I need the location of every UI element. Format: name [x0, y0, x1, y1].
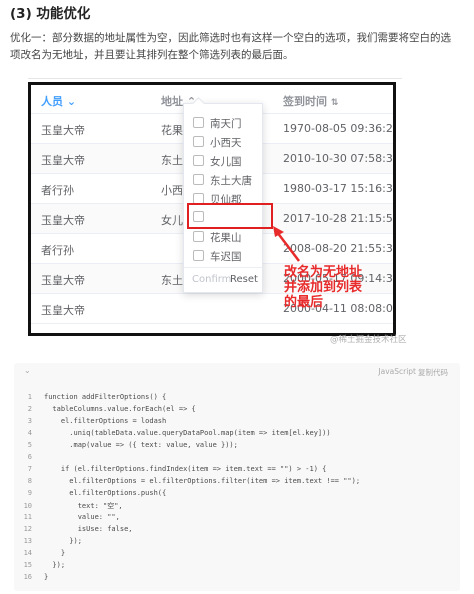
code-line: 4 .uniq(tableData.value.queryDataPool.ma…	[14, 429, 331, 439]
line-number: 6	[27, 453, 32, 461]
code-text: el.filterOptions = lodash	[44, 417, 167, 425]
code-language: JavaScript	[378, 367, 416, 376]
line-number: 15	[23, 561, 32, 569]
code-line: 5 .map(value => ({ text: value, value })…	[14, 441, 238, 451]
line-number: 13	[23, 537, 32, 545]
code-line: 3 el.filterOptions = lodash	[14, 417, 166, 427]
code-line: 14 }	[14, 549, 66, 559]
line-number: 10	[23, 502, 32, 510]
line-number: 9	[27, 489, 32, 497]
code-text: .uniq(tableData.value.queryDataPool.map(…	[44, 429, 331, 437]
code-line: 15 });	[14, 561, 66, 571]
code-text: tableColumns.value.forEach(el => {	[44, 405, 196, 413]
code-line: 6	[14, 453, 44, 463]
code-text: isUse: false,	[44, 525, 133, 533]
line-number: 5	[27, 441, 32, 449]
code-text: el.filterOptions = el.filterOptions.filt…	[44, 477, 361, 485]
description-paragraph: 优化一：部分数据的地址属性为空，因此筛选时也有这样一个空白的选项，我们需要将空白…	[10, 32, 451, 61]
code-line: 13 });	[14, 537, 82, 547]
code-text: });	[44, 537, 82, 545]
code-text: }	[44, 573, 49, 581]
code-line: 2 tableColumns.value.forEach(el => {	[14, 405, 196, 415]
line-number: 7	[27, 465, 32, 473]
code-line: 8 el.filterOptions = el.filterOptions.fi…	[14, 477, 360, 487]
collapse-chevron-icon[interactable]: ⌄	[24, 366, 31, 375]
code-line: 12 isUse: false,	[14, 525, 133, 535]
line-number: 12	[23, 525, 32, 533]
code-line: 11 value: "",	[14, 513, 120, 523]
copy-code-button[interactable]: 复制代码	[418, 367, 448, 378]
annotation-text: 改名为无地址 并添加到列表 的最后	[284, 265, 363, 310]
code-text: value: "",	[44, 513, 120, 521]
line-number: 14	[23, 549, 32, 557]
line-number: 8	[27, 477, 32, 485]
code-line: 7 if (el.filterOptions.findIndex(item =>…	[14, 465, 327, 475]
code-line: 10 text: "空",	[14, 501, 123, 511]
code-line: 16}	[14, 573, 49, 583]
code-block: ⌄ JavaScript 复制代码 1 function addFilterOpt…	[14, 363, 460, 591]
code-toolbar: ⌄ JavaScript 复制代码	[14, 363, 460, 380]
line-number: 4	[27, 429, 32, 437]
code-line: 1 function addFilterOptions() {	[14, 393, 166, 403]
table-screenshot: 人员 ⌄ 地址 ⌃ 签到时间 ⇅ 玉皇大帝 花果 1970-08-05 09:36:…	[28, 82, 396, 336]
code-text: text: "空",	[44, 502, 123, 510]
section-heading: (3) 功能优化	[10, 6, 91, 22]
watermark: @稀土掘金技术社区	[330, 335, 407, 345]
line-number: 16	[23, 573, 32, 581]
divider	[28, 78, 402, 79]
code-text: .map(value => ({ text: value, value }));	[44, 441, 238, 449]
line-number: 11	[23, 513, 32, 521]
code-text: function addFilterOptions() {	[44, 393, 167, 401]
code-line: 9 el.filterOptions.push({	[14, 489, 166, 499]
code-text: if (el.filterOptions.findIndex(item => i…	[44, 465, 327, 473]
line-number: 2	[27, 405, 32, 413]
line-number: 1	[27, 393, 32, 401]
code-text: }	[44, 549, 66, 557]
code-text: el.filterOptions.push({	[44, 489, 167, 497]
line-number: 3	[27, 417, 32, 425]
code-text: });	[44, 561, 66, 569]
